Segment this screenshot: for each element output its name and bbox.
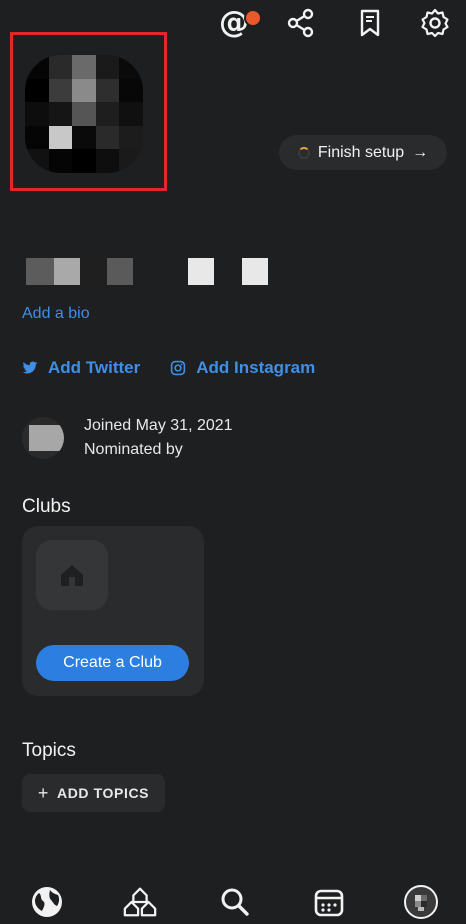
social-links: Add Twitter Add Instagram [22,358,315,378]
plus-icon: + [37,782,50,803]
notification-badge [244,9,262,27]
club-placeholder [36,540,108,610]
globe-icon[interactable] [29,884,65,920]
twitter-icon [22,361,38,374]
add-instagram-link[interactable]: Add Instagram [170,358,315,378]
add-instagram-label: Add Instagram [196,358,316,377]
joined-date: Joined May 31, 2021 [84,417,233,434]
bookmark-icon[interactable] [355,6,387,40]
gear-icon[interactable] [419,6,451,40]
house-icon [61,565,83,586]
bottom-navigation [0,870,466,924]
avatar[interactable] [25,55,143,173]
loading-spinner-icon [297,146,310,159]
house-icon[interactable] [122,884,158,920]
profile-screen: @ Finish setup → Add a bio Add Twitter A… [0,0,466,924]
at-icon[interactable]: @ [218,6,262,40]
instagram-icon [171,360,186,376]
search-icon[interactable] [217,884,253,920]
add-topics-label: ADD TOPICS [57,785,150,801]
nominator-avatar[interactable] [22,417,64,459]
share-icon[interactable] [285,6,317,40]
arrow-right-icon: → [412,143,429,161]
add-twitter-label: Add Twitter [48,358,141,377]
topics-title: Topics [22,740,76,761]
clubs-title: Clubs [22,496,71,517]
finish-setup-label: Finish setup [317,143,405,161]
club-card: Create a Club [22,526,204,696]
add-twitter-link[interactable]: Add Twitter [22,358,140,378]
profile-avatar[interactable] [403,884,439,920]
calendar-icon[interactable] [311,884,347,920]
nominated-by: Nominated by [84,441,183,458]
redacted-name [26,258,276,285]
add-bio-link[interactable]: Add a bio [22,305,90,323]
finish-setup-button[interactable]: Finish setup → [279,135,447,170]
create-club-button[interactable]: Create a Club [36,645,189,681]
add-topics-button[interactable]: + ADD TOPICS [22,774,165,812]
joined-info: Joined May 31, 2021 Nominated by [22,412,322,462]
